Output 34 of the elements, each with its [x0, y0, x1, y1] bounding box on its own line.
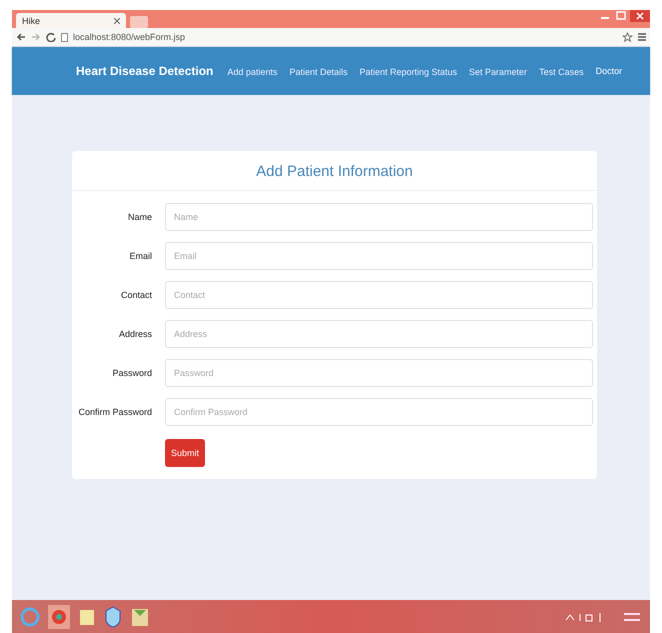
nav-link[interactable]: Patient Details [289, 67, 348, 77]
tab-title: Hike [22, 16, 42, 26]
star-icon[interactable] [622, 32, 633, 42]
forward-icon[interactable] [31, 32, 41, 42]
reload-icon[interactable] [46, 32, 56, 42]
field-label: Email [128, 251, 152, 261]
field-label: Name [126, 212, 152, 222]
input-field[interactable]: Email [165, 242, 593, 270]
nav-link[interactable]: Test Cases [539, 67, 584, 77]
field-label: Password [111, 368, 152, 378]
brand-title[interactable]: Heart Disease Detection [76, 64, 214, 78]
nav-link[interactable]: Patient Reporting Status [359, 67, 458, 77]
input-field[interactable]: Confirm Password [165, 398, 593, 426]
nav-link[interactable]: Add patients [227, 67, 278, 77]
close-icon[interactable] [114, 18, 120, 24]
close-icon[interactable] [630, 10, 650, 22]
shield-icon[interactable] [104, 606, 122, 628]
input-field[interactable]: Password [165, 359, 593, 387]
browser-tab[interactable]: Hike [16, 13, 126, 28]
submit-button[interactable]: Submit [165, 439, 206, 467]
maximize-icon[interactable] [614, 10, 628, 22]
back-icon[interactable] [16, 32, 26, 42]
field-label: Address [118, 329, 152, 339]
page-icon [61, 32, 68, 42]
field-label: Contact [120, 290, 152, 300]
user-menu[interactable]: Doctor [596, 66, 622, 76]
input-field[interactable]: Address [165, 320, 593, 348]
menu-icon[interactable] [638, 32, 646, 42]
nav-link[interactable]: Set Parameter [469, 67, 528, 77]
form-title: Add Patient Information [72, 151, 597, 191]
input-field[interactable]: Name [165, 203, 593, 231]
browser-icon[interactable] [48, 604, 70, 628]
input-field[interactable]: Contact [165, 281, 593, 309]
field-label: Confirm Password [77, 407, 152, 417]
